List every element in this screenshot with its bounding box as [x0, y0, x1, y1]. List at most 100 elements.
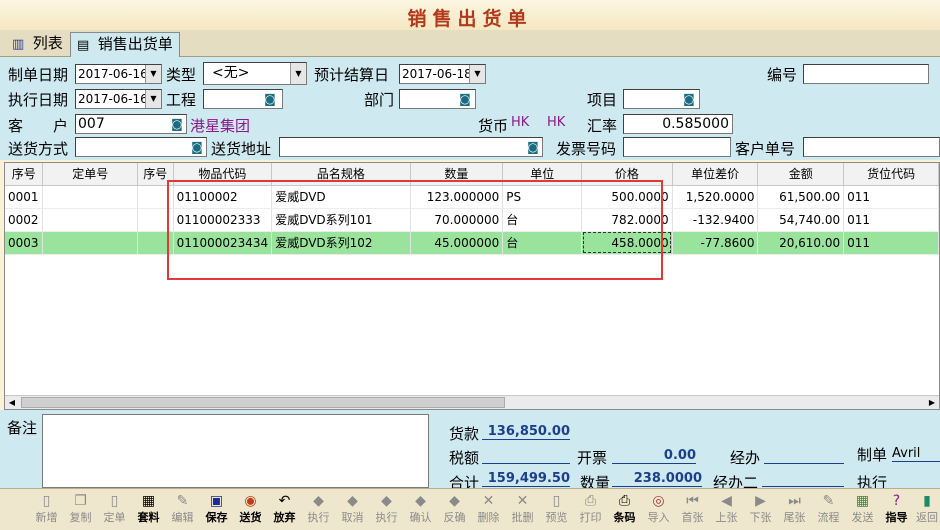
undo-button[interactable]: ↶ 放弃 [268, 491, 301, 529]
order-button-label: 定单 [103, 511, 126, 524]
guide-button[interactable]: ? 指导 [880, 491, 913, 529]
execute-button-label: 执行 [307, 511, 330, 524]
cell[interactable]: 1,520.0000 [672, 185, 759, 209]
cell[interactable] [42, 208, 138, 232]
database-lookup-icon[interactable]: ◙ [456, 90, 474, 108]
scrollbar-thumb[interactable] [21, 397, 505, 408]
batch-delete-button[interactable]: ✕ 批删 [506, 491, 539, 529]
invoice-number-field[interactable] [623, 137, 731, 157]
delivery-button[interactable]: ◉ 送货 [234, 491, 267, 529]
column-header[interactable]: 定单号 [42, 163, 138, 186]
column-header[interactable]: 金额 [757, 163, 845, 186]
import-button[interactable]: ◎ 导入 [642, 491, 675, 529]
exec-date-field[interactable]: 2017-06-16 ▼ [75, 89, 162, 109]
edit-button-label: 编辑 [171, 511, 194, 524]
column-header[interactable]: 货位代码 [843, 163, 939, 186]
confirm-button-label: 确认 [409, 511, 432, 524]
customer-order-field[interactable] [803, 137, 940, 157]
database-lookup-icon[interactable]: ◙ [188, 138, 206, 156]
chevron-down-icon[interactable]: ▼ [290, 63, 306, 84]
prev-button-label: 上张 [715, 511, 738, 524]
cell[interactable]: 61,500.00 [757, 185, 845, 209]
cancel-button[interactable]: ◆ 取消 [336, 491, 369, 529]
type-value: <无> [212, 65, 250, 81]
send-button[interactable]: ▦ 发送 [846, 491, 879, 529]
tab-list[interactable]: ▥ 列表 [6, 32, 69, 57]
horizontal-scrollbar[interactable]: ◀ ▶ [5, 395, 939, 409]
cell[interactable]: 0003 [5, 231, 44, 255]
order-button[interactable]: ▯ 定单 [98, 491, 131, 529]
summary-panel: 备注 货款 136,850.00 税额 开票 0.00 经办 制单 Avril … [0, 410, 940, 492]
scroll-left-icon[interactable]: ◀ [5, 396, 19, 409]
tax-label: 税额 [449, 449, 480, 467]
prev-icon: ◀ [721, 493, 732, 509]
delete-button[interactable]: ✕ 删除 [472, 491, 505, 529]
send-button-label: 发送 [851, 511, 874, 524]
maker-value: Avril [892, 446, 940, 462]
invoice-open-label: 开票 [577, 449, 608, 467]
column-header[interactable]: 序号 [5, 163, 44, 186]
preview-icon: ▯ [552, 493, 561, 509]
barcode-button-label: 条码 [613, 511, 636, 524]
unconfirm-button-label: 反确 [443, 511, 466, 524]
cell[interactable]: 011 [843, 208, 939, 232]
chevron-down-icon[interactable]: ▼ [145, 90, 161, 108]
chevron-down-icon[interactable]: ▼ [145, 65, 161, 83]
memo-textarea[interactable] [42, 414, 429, 488]
column-header[interactable]: 单位差价 [672, 163, 759, 186]
cell[interactable] [42, 231, 138, 255]
confirm-button[interactable]: ◆ 确认 [404, 491, 437, 529]
execute2-button[interactable]: ◆ 执行 [370, 491, 403, 529]
new-button[interactable]: ▯ 新增 [30, 491, 63, 529]
rate-field[interactable]: 0.585000 [623, 114, 733, 134]
database-lookup-icon[interactable]: ◙ [524, 138, 542, 156]
number-field[interactable] [803, 64, 929, 84]
chevron-down-icon[interactable]: ▼ [469, 65, 485, 83]
exit-button[interactable]: ▮ 返回 [914, 491, 940, 529]
preview-button[interactable]: ▯ 预览 [540, 491, 573, 529]
flow-button[interactable]: ✎ 流程 [812, 491, 845, 529]
delivery-address-field[interactable] [279, 137, 543, 157]
materials-button[interactable]: ▦ 套料 [132, 491, 165, 529]
cell[interactable]: 0002 [5, 208, 44, 232]
first-button[interactable]: ⏮ 首张 [676, 491, 709, 529]
cell[interactable]: 20,610.00 [757, 231, 845, 255]
bottom-toolbar: ▯ 新增 ❐ 复制 ▯ 定单 ▦ 套料 ✎ 编辑 ▣ 保存 ◉ 送货 ↶ 放弃 ◆ 执行 ◆ 取消 … [0, 488, 940, 530]
tab-sales-delivery[interactable]: ▤ 销售出货单 [70, 32, 180, 57]
database-lookup-icon[interactable]: ◙ [680, 90, 698, 108]
make-date-field[interactable]: 2017-06-16 ▼ [75, 64, 162, 84]
last-button[interactable]: ⏭ 尾张 [778, 491, 811, 529]
scroll-right-icon[interactable]: ▶ [925, 396, 939, 409]
handler-label: 经办 [730, 449, 761, 467]
unconfirm-button[interactable]: ◆ 反确 [438, 491, 471, 529]
memo-label: 备注 [7, 419, 38, 437]
type-select[interactable]: <无> ▼ [203, 62, 307, 85]
cell[interactable]: 54,740.00 [757, 208, 845, 232]
number-label: 编号 [767, 66, 798, 84]
annotation-highlight-box [167, 180, 663, 280]
print-button[interactable]: ⎙ 打印 [574, 491, 607, 529]
database-lookup-icon[interactable]: ◙ [261, 90, 279, 108]
barcode-button[interactable]: ⎙ 条码 [608, 491, 641, 529]
database-lookup-icon[interactable]: ◙ [168, 115, 186, 133]
copy-button[interactable]: ❐ 复制 [64, 491, 97, 529]
next-button[interactable]: ▶ 下张 [744, 491, 777, 529]
header-form: 制单日期 2017-06-16 ▼ 类型 <无> ▼ 预计结算日 2017-06… [0, 57, 940, 160]
invoice-open-value: 0.00 [612, 448, 696, 464]
save-button-label: 保存 [205, 511, 228, 524]
execute-button[interactable]: ◆ 执行 [302, 491, 335, 529]
cell[interactable]: 0001 [5, 185, 44, 209]
cell[interactable]: 011 [843, 185, 939, 209]
prev-button[interactable]: ◀ 上张 [710, 491, 743, 529]
undo-button-label: 放弃 [273, 511, 296, 524]
cell[interactable] [42, 185, 138, 209]
save-button[interactable]: ▣ 保存 [200, 491, 233, 529]
batch-delete-button-label: 批删 [511, 511, 534, 524]
cell[interactable]: -132.9400 [672, 208, 759, 232]
edit-button[interactable]: ✎ 编辑 [166, 491, 199, 529]
print-button-label: 打印 [579, 511, 602, 524]
settle-date-field[interactable]: 2017-06-18 ▼ [399, 64, 486, 84]
cell[interactable]: -77.8600 [672, 231, 759, 255]
list-icon: ▥ [12, 37, 25, 52]
cell[interactable]: 011 [843, 231, 939, 255]
